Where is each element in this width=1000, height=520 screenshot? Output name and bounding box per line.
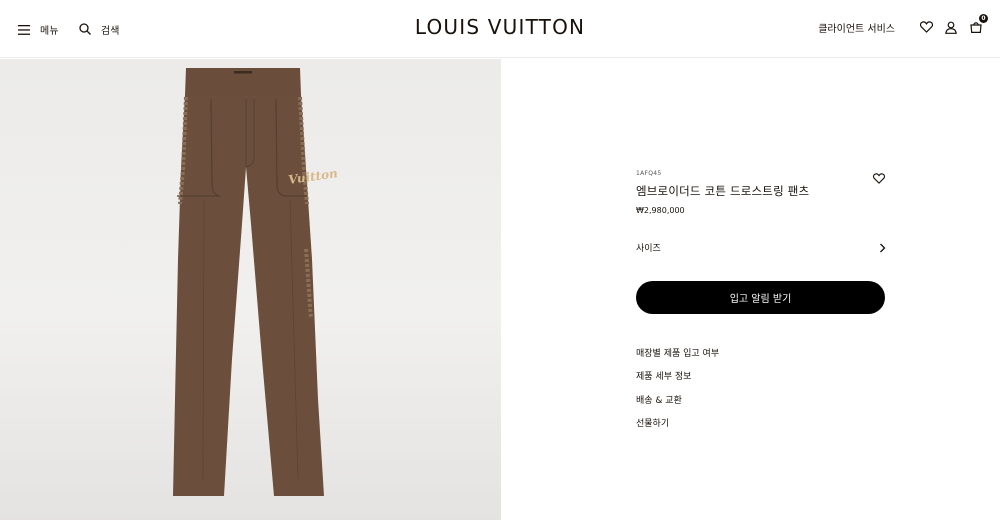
site-header: 메뉴 검색 LOUIS VUITTON 클라이언트 서비스 0 <box>0 0 1000 58</box>
product-info-links: 매장별 제품 입고 여부 제품 세부 정보 배송 & 교환 선물하기 <box>636 348 719 441</box>
header-right-actions: 클라이언트 서비스 0 <box>818 14 988 35</box>
product-name: 엠브로이더드 코튼 드로스트링 팬츠 <box>636 184 810 198</box>
notify-when-available-button[interactable]: 입고 알림 받기 <box>636 281 885 314</box>
wishlist-button[interactable] <box>918 19 934 35</box>
product-image[interactable]: Vuitton <box>0 59 501 520</box>
shopping-bag-icon <box>970 22 982 33</box>
account-button[interactable] <box>943 19 959 35</box>
product-info: 1AFQ45 엠브로이더드 코튼 드로스트링 팬츠 ₩2,980,000 <box>636 170 886 215</box>
heart-icon <box>919 21 933 33</box>
bag-button[interactable]: 0 <box>968 14 988 35</box>
chevron-right-icon <box>879 238 886 257</box>
pants-illustration: Vuitton <box>173 68 339 496</box>
product-details-link[interactable]: 제품 세부 정보 <box>636 371 719 394</box>
delivery-returns-link[interactable]: 배송 & 교환 <box>636 395 719 418</box>
size-selector[interactable]: 사이즈 <box>636 238 886 256</box>
product-price: ₩2,980,000 <box>636 206 685 215</box>
bag-count-badge: 0 <box>979 14 988 23</box>
client-service-link[interactable]: 클라이언트 서비스 <box>818 20 895 35</box>
product-sku: 1AFQ45 <box>636 170 662 177</box>
heart-icon <box>872 173 886 184</box>
add-to-wishlist-button[interactable] <box>872 169 887 184</box>
person-icon <box>945 21 957 34</box>
size-label: 사이즈 <box>636 243 661 254</box>
gifting-link[interactable]: 선물하기 <box>636 418 719 441</box>
store-availability-link[interactable]: 매장별 제품 입고 여부 <box>636 348 719 371</box>
brand-label-tag <box>234 71 252 74</box>
